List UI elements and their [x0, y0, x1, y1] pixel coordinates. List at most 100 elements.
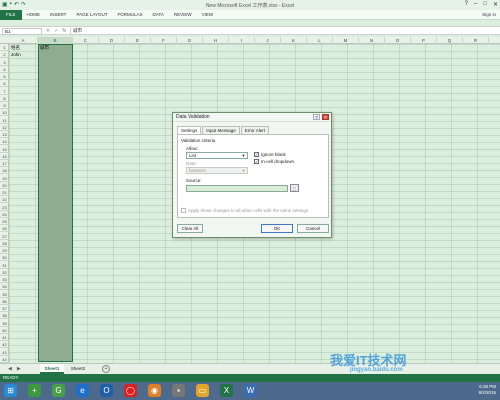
column-header-g[interactable]: G	[177, 37, 203, 44]
tab-settings[interactable]: Settings	[177, 126, 202, 134]
row-header-15[interactable]: 15	[0, 146, 9, 153]
minimize-icon[interactable]: –	[474, 1, 477, 8]
folder-icon[interactable]: ▭	[196, 384, 209, 397]
row-header-7[interactable]: 7	[0, 88, 9, 95]
column-header-k[interactable]: K	[281, 37, 307, 44]
row-header-6[interactable]: 6	[0, 80, 9, 88]
row-header-25[interactable]: 25	[0, 218, 9, 225]
row-header-37[interactable]: 37	[0, 305, 9, 312]
firefox-icon[interactable]: ◉	[148, 384, 161, 397]
system-clock[interactable]: 6:38 PM 9/2/2015	[478, 384, 496, 396]
sign-in-link[interactable]: Sign in	[482, 12, 496, 17]
confirm-entry-icon[interactable]: ✓	[54, 28, 58, 34]
row-header-8[interactable]: 8	[0, 95, 9, 102]
row-header-31[interactable]: 31	[0, 262, 9, 269]
ok-button[interactable]: OK	[261, 224, 293, 233]
sheet-tab-sheet2[interactable]: Sheet2	[66, 364, 90, 374]
name-box[interactable]: B1	[2, 28, 42, 35]
apply-all-checkbox[interactable]: Apply these changes to all other cells w…	[181, 208, 308, 213]
sheet-tab-sheet1[interactable]: Sheet1	[40, 364, 64, 374]
opera-icon[interactable]: ◯	[124, 384, 137, 397]
source-input[interactable]	[186, 185, 288, 192]
row-header-11[interactable]: 11	[0, 117, 9, 124]
row-header-4[interactable]: 4	[0, 66, 9, 73]
allow-select[interactable]: List ▼	[186, 152, 248, 159]
cell-a2[interactable]: John	[11, 51, 21, 58]
tab-input-message[interactable]: Input Message	[202, 126, 240, 134]
row-header-33[interactable]: 33	[0, 276, 9, 283]
row-header-24[interactable]: 24	[0, 211, 9, 218]
row-header-2[interactable]: 2	[0, 51, 9, 59]
row-header-35[interactable]: 35	[0, 291, 9, 298]
row-header-14[interactable]: 14	[0, 138, 9, 146]
row-header-13[interactable]: 13	[0, 131, 9, 138]
maximize-icon[interactable]: □	[483, 1, 487, 8]
row-header-29[interactable]: 29	[0, 247, 9, 254]
row-header-5[interactable]: 5	[0, 73, 9, 80]
row-header-19[interactable]: 19	[0, 175, 9, 182]
word-icon[interactable]: W	[244, 384, 257, 397]
close-icon[interactable]: ✕	[493, 1, 498, 8]
row-header-9[interactable]: 9	[0, 102, 9, 109]
dialog-help-icon[interactable]: ?	[313, 114, 320, 120]
column-header-n[interactable]: N	[359, 37, 385, 44]
dialog-close-icon[interactable]: ✕	[322, 114, 329, 120]
internet-explorer-icon[interactable]: e	[76, 384, 89, 397]
row-header-18[interactable]: 18	[0, 167, 9, 175]
column-header-r[interactable]: R	[463, 37, 489, 44]
column-header-m[interactable]: M	[333, 37, 359, 44]
column-header-p[interactable]: P	[411, 37, 437, 44]
row-header-39[interactable]: 39	[0, 320, 9, 327]
app-icon[interactable]: ▪	[172, 384, 185, 397]
row-header-43[interactable]: 43	[0, 349, 9, 356]
cell-a1[interactable]: 姓名	[11, 44, 20, 51]
help-icon[interactable]: ?	[465, 1, 468, 8]
row-header-17[interactable]: 17	[0, 160, 9, 167]
tab-file[interactable]: FILE	[0, 10, 22, 20]
row-header-21[interactable]: 21	[0, 189, 9, 196]
row-header-42[interactable]: 42	[0, 341, 9, 349]
row-header-20[interactable]: 20	[0, 182, 9, 189]
column-header-h[interactable]: H	[203, 37, 229, 44]
column-header-j[interactable]: J	[255, 37, 281, 44]
outlook-icon[interactable]: O	[100, 384, 113, 397]
tab-error-alert[interactable]: Error Alert	[240, 126, 270, 134]
app-plus-icon[interactable]: +	[28, 384, 41, 397]
row-header-44[interactable]: 44	[0, 356, 9, 363]
row-header-32[interactable]: 32	[0, 269, 9, 276]
excel-taskbar-icon[interactable]: X	[220, 384, 233, 397]
row-header-12[interactable]: 12	[0, 124, 9, 131]
row-header-38[interactable]: 38	[0, 312, 9, 320]
column-header-l[interactable]: L	[307, 37, 333, 44]
row-header-40[interactable]: 40	[0, 327, 9, 334]
row-header-30[interactable]: 30	[0, 254, 9, 262]
row-header-36[interactable]: 36	[0, 298, 9, 305]
ignore-blank-checkbox[interactable]: Ignore blank	[254, 152, 286, 157]
tab-insert[interactable]: INSERT	[45, 10, 71, 20]
row-header-10[interactable]: 10	[0, 109, 9, 117]
scroll-left-icon[interactable]: ◀	[8, 366, 12, 372]
clear-all-button[interactable]: Clear All	[177, 224, 203, 233]
tab-page-layout[interactable]: PAGE LAYOUT	[71, 10, 112, 20]
add-sheet-icon[interactable]: +	[102, 365, 110, 373]
app-g-icon[interactable]: G	[52, 384, 65, 397]
tab-home[interactable]: HOME	[22, 10, 46, 20]
row-header-26[interactable]: 26	[0, 225, 9, 233]
range-selector-icon[interactable]: ⬚	[290, 184, 299, 192]
column-header-o[interactable]: O	[385, 37, 411, 44]
column-header-a[interactable]: A	[9, 37, 38, 44]
column-header-c[interactable]: C	[73, 37, 99, 44]
column-header-q[interactable]: Q	[437, 37, 463, 44]
incell-dropdown-checkbox[interactable]: In-cell dropdown	[254, 159, 294, 164]
column-header-e[interactable]: E	[125, 37, 151, 44]
formula-input[interactable]: 城市	[70, 28, 496, 35]
cancel-entry-icon[interactable]: ✕	[46, 28, 50, 34]
tab-data[interactable]: DATA	[148, 10, 169, 20]
column-header-i[interactable]: I	[229, 37, 255, 44]
row-header-23[interactable]: 23	[0, 204, 9, 211]
column-header-b[interactable]: B	[38, 37, 73, 44]
tab-review[interactable]: REVIEW	[169, 10, 197, 20]
row-header-22[interactable]: 22	[0, 196, 9, 204]
row-header-28[interactable]: 28	[0, 240, 9, 247]
row-header-16[interactable]: 16	[0, 153, 9, 160]
